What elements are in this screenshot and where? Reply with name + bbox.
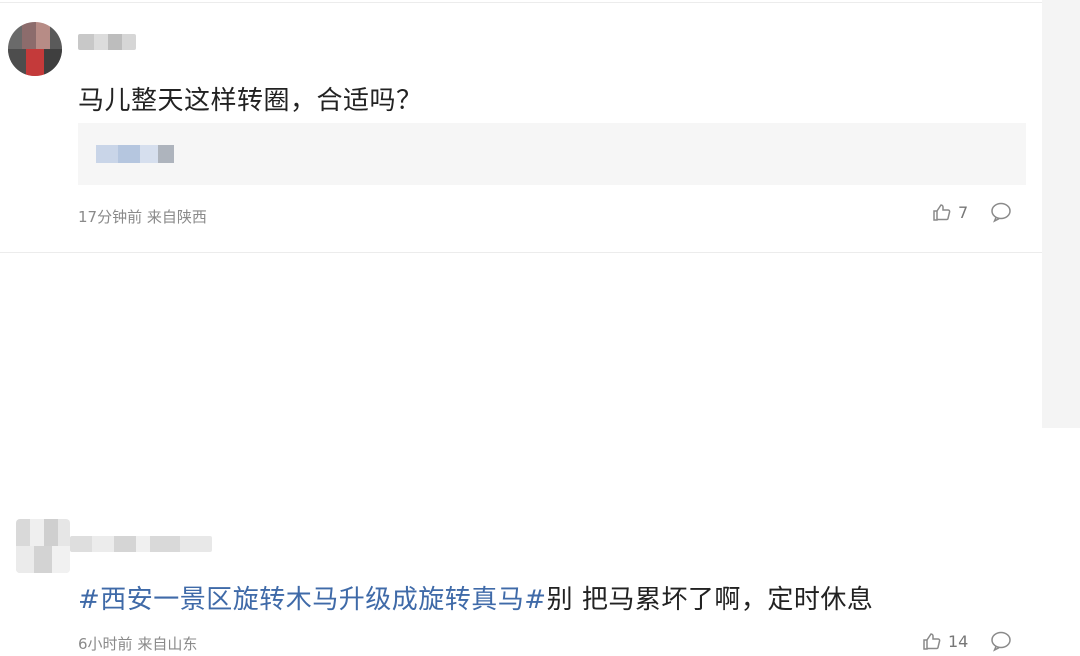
comment-location: 来自山东 (137, 635, 198, 653)
avatar[interactable] (8, 22, 62, 76)
comment-meta: 6小时前 来自山东 (78, 633, 197, 654)
comment-text: #西安一景区旋转木马升级成旋转真马#别 把马累坏了啊，定时休息 (78, 579, 873, 616)
quoted-reply-blurred-text (96, 145, 174, 163)
comment-text: 马儿整天这样转圈，合适吗？ (78, 86, 423, 116)
thumbs-up-icon[interactable] (922, 631, 942, 651)
username-blurred[interactable] (70, 536, 212, 552)
comment-item: #西安一景区旋转木马升级成旋转真马#别 把马累坏了啊，定时休息 6小时前 来自山… (0, 253, 1042, 653)
comment-actions: 7 (932, 201, 1012, 223)
comment-time: 6小时前 (78, 635, 133, 653)
comment-actions: 14 (922, 630, 1012, 652)
comment-item: 马儿整天这样转圈，合适吗？ 17分钟前 来自陕西 7 (0, 0, 1042, 252)
like-count: 7 (958, 202, 969, 222)
right-panel-strip (1042, 0, 1080, 428)
comment-bubble-icon[interactable] (990, 630, 1012, 652)
like-count: 14 (948, 631, 969, 651)
thumbs-up-icon[interactable] (932, 202, 952, 222)
username-blurred[interactable] (78, 34, 136, 50)
hashtag-link[interactable]: #西安一景区旋转木马升级成旋转真马# (78, 585, 547, 615)
comment-meta: 17分钟前 来自陕西 (78, 206, 207, 227)
avatar[interactable] (16, 519, 70, 573)
quoted-reply-box[interactable] (78, 123, 1026, 185)
comment-time: 17分钟前 (78, 208, 143, 226)
comment-text-body: 别 把马累坏了啊，定时休息 (546, 585, 874, 615)
comment-location: 来自陕西 (146, 208, 207, 226)
comment-bubble-icon[interactable] (990, 201, 1012, 223)
